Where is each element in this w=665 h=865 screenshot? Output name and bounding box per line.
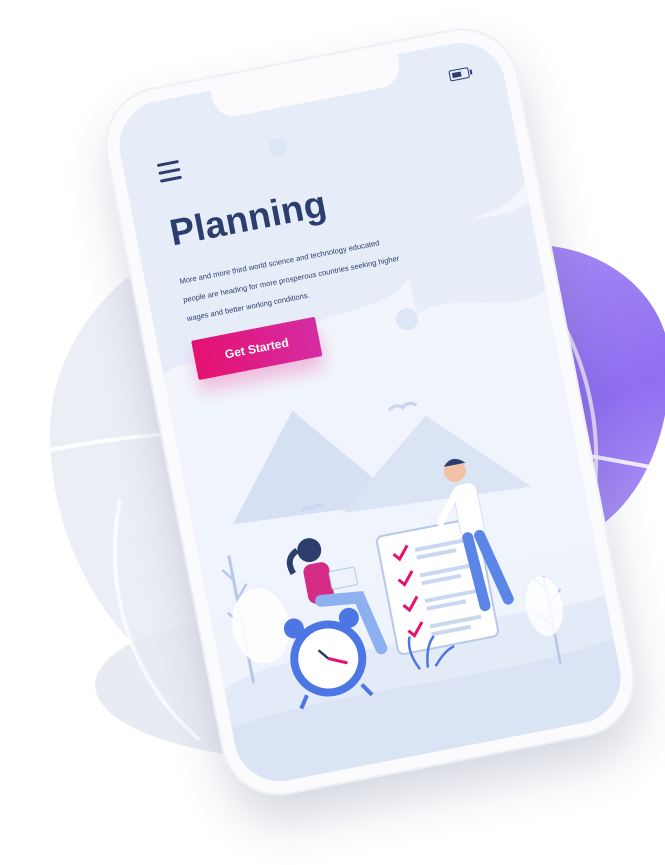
hamburger-menu-icon[interactable]	[156, 159, 183, 184]
planning-illustration	[221, 401, 629, 790]
